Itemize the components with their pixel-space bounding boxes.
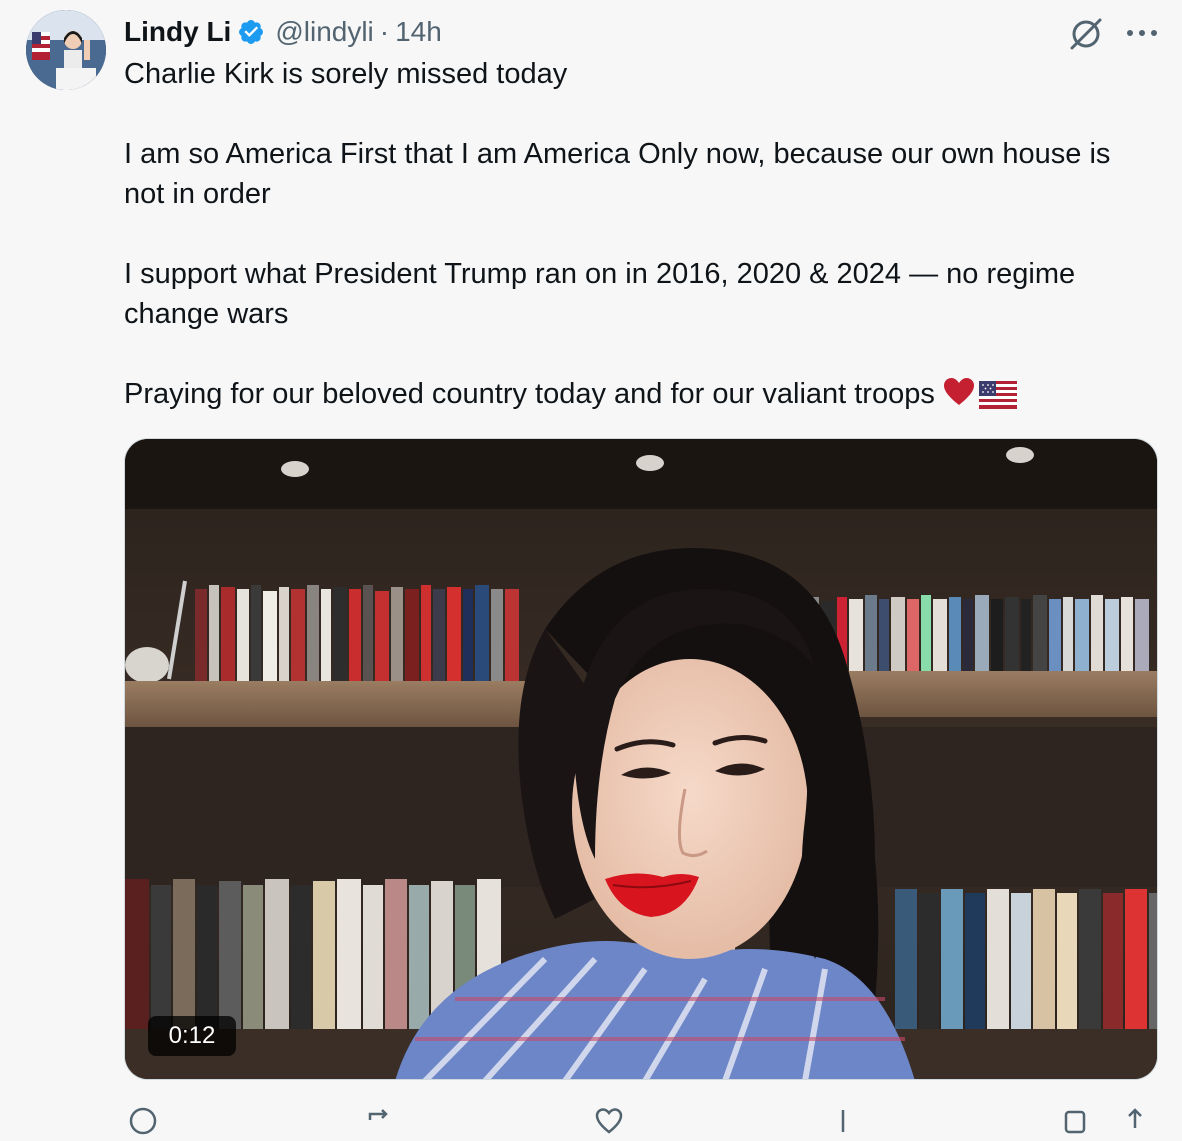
views-icon[interactable]: [828, 1106, 858, 1136]
tweet-paragraph-last: Praying for our beloved country today an…: [124, 374, 1154, 414]
display-name[interactable]: Lindy Li: [124, 16, 231, 48]
red-heart-emoji-icon: [943, 377, 975, 407]
repost-icon[interactable]: [364, 1106, 394, 1136]
tweet: Lindy Li @lindyli · 14h Charlie Kirk is …: [0, 0, 1182, 1135]
tweet-header: Lindy Li @lindyli · 14h: [124, 12, 442, 52]
timestamp[interactable]: 14h: [395, 16, 442, 48]
tweet-paragraph: Praying for our beloved country today an…: [124, 378, 935, 410]
like-icon[interactable]: [594, 1106, 624, 1136]
video-frame-image: [125, 439, 1157, 1079]
bookmark-icon[interactable]: [1060, 1106, 1090, 1136]
tweet-paragraph: I support what President Trump ran on in…: [124, 258, 1084, 330]
avatar[interactable]: [26, 10, 106, 90]
us-flag-emoji-icon: [978, 380, 1017, 409]
tweet-text: Charlie Kirk is sorely missed today I am…: [124, 54, 1154, 414]
tweet-paragraph: I am so America First that I am America …: [124, 138, 1119, 210]
reply-icon[interactable]: [128, 1106, 158, 1136]
grok-icon[interactable]: [1066, 14, 1106, 54]
share-icon[interactable]: [1120, 1106, 1150, 1136]
action-row: [124, 1100, 1158, 1135]
more-dots-icon[interactable]: [1122, 16, 1162, 50]
user-handle[interactable]: @lindyli: [275, 16, 373, 48]
avatar-image: [26, 10, 106, 90]
tweet-paragraph: Charlie Kirk is sorely missed today: [124, 58, 568, 90]
video-player[interactable]: [124, 438, 1158, 1080]
verified-badge-icon: [237, 18, 265, 46]
separator-dot: ·: [379, 16, 390, 47]
video-duration-badge: 0:12: [148, 1016, 236, 1056]
